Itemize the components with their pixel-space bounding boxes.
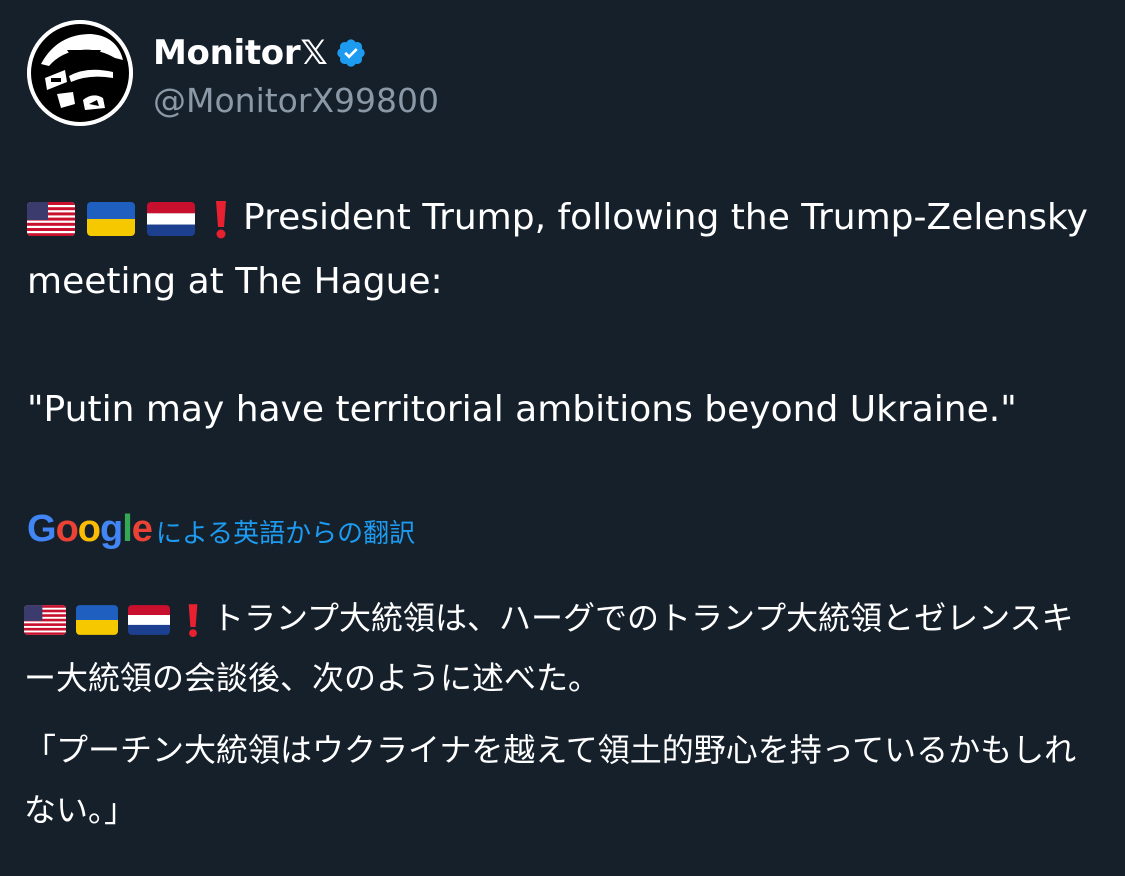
account-names: Monitor𝕏 @MonitorX99800	[153, 27, 439, 120]
translation-attribution[interactable]: Google による英語からの翻訳	[27, 508, 415, 551]
avatar[interactable]	[27, 20, 133, 126]
translated-lead-emojis	[24, 602, 212, 638]
flag-ukraine-icon	[87, 202, 135, 236]
display-name[interactable]: Monitor𝕏	[153, 33, 328, 73]
flag-us-icon	[27, 202, 75, 236]
flag-us-icon	[24, 605, 66, 635]
lead-emojis	[27, 199, 243, 239]
tweet-paragraph-1: President Trump, following the Trump-Zel…	[27, 186, 1102, 314]
tweet-header: Monitor𝕏 @MonitorX99800	[27, 20, 439, 126]
display-name-row: Monitor𝕏	[153, 27, 439, 79]
translated-text: トランプ大統領は、ハーグでのトランプ大統領とゼレンスキー大統領の会談後、次のよう…	[24, 588, 1104, 840]
tweet-text: President Trump, following the Trump-Zel…	[27, 186, 1102, 442]
translated-paragraph-2: 「プーチン大統領はウクライナを越えて領土的野心を持っているかもしれない。」	[24, 731, 1077, 829]
red-exclamation-icon	[216, 201, 226, 239]
hooded-figure-avatar-icon	[27, 20, 133, 126]
flag-netherlands-icon	[128, 605, 170, 635]
translated-paragraph-1: トランプ大統領は、ハーグでのトランプ大統領とゼレンスキー大統領の会談後、次のよう…	[24, 588, 1104, 708]
google-logo: Google	[27, 508, 153, 550]
account-handle[interactable]: @MonitorX99800	[153, 81, 439, 120]
verified-badge-icon	[337, 38, 366, 67]
flag-netherlands-icon	[147, 202, 195, 236]
red-exclamation-icon	[188, 604, 198, 638]
flag-ukraine-icon	[76, 605, 118, 635]
translation-label: による英語からの翻訳	[155, 519, 416, 549]
tweet-quote: "Putin may have territorial ambitions be…	[27, 389, 1017, 430]
